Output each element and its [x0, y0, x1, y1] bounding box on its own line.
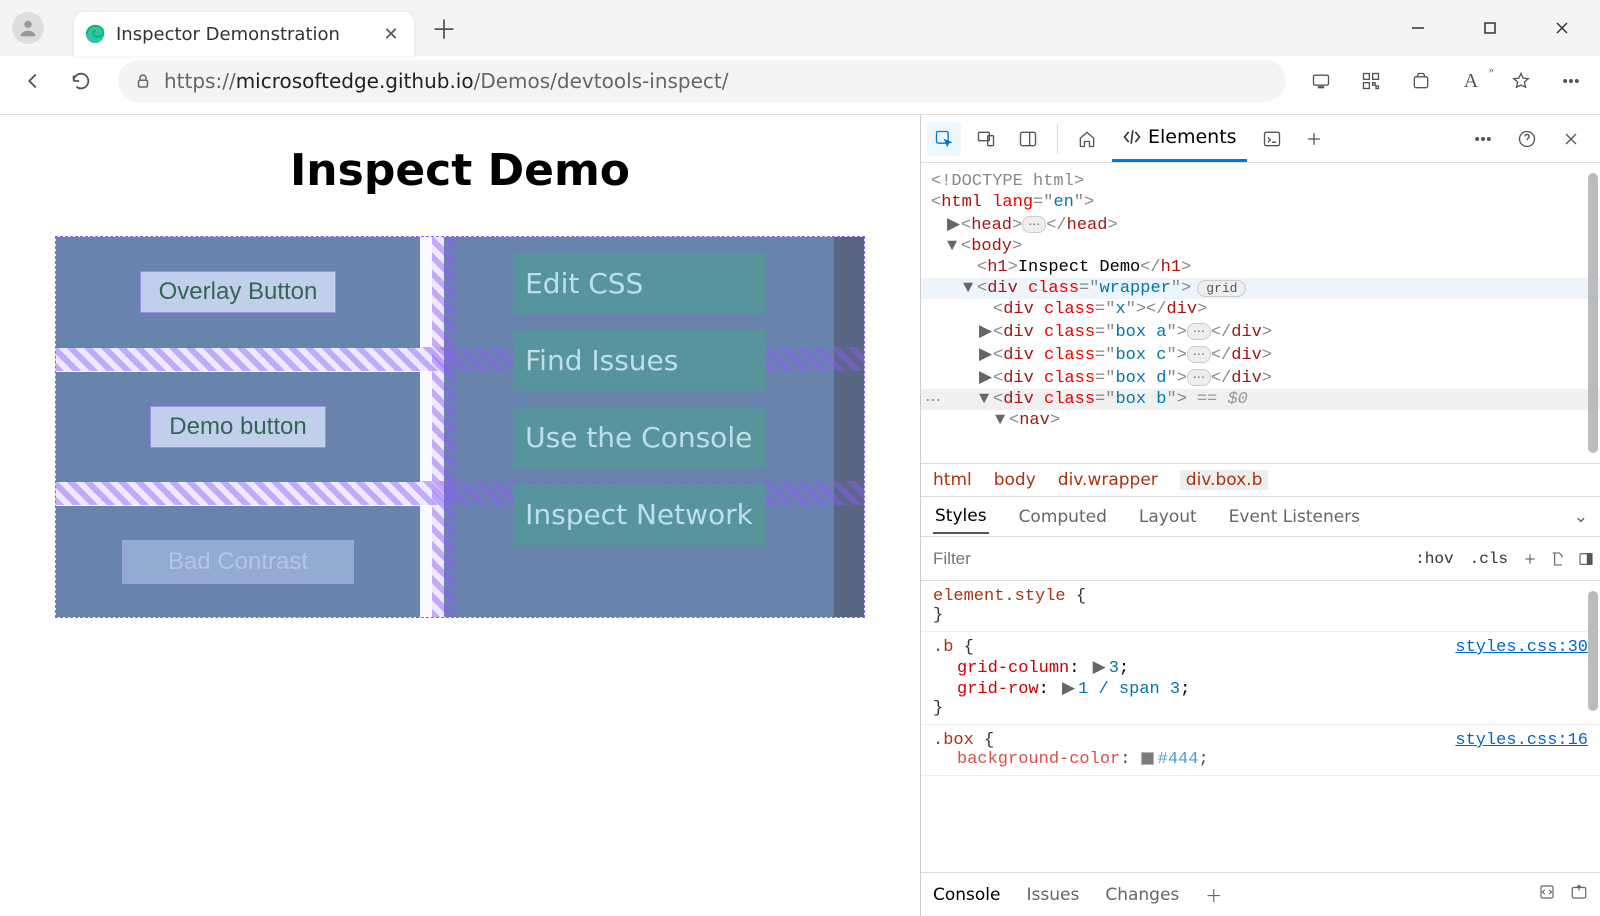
demo-grid: Overlay Button Demo button Bad Contrast … — [56, 237, 864, 617]
tab-title: Inspector Demonstration — [116, 24, 382, 45]
box-a: Overlay Button — [56, 237, 420, 348]
drawer-icon-1[interactable] — [1538, 883, 1556, 906]
style-rule-b[interactable]: styles.css:30 .b { grid-column: ▶3; grid… — [921, 632, 1600, 725]
cls-toggle[interactable]: .cls — [1462, 550, 1516, 568]
breadcrumb-item[interactable]: div.wrapper — [1058, 470, 1158, 490]
styles-filter-input[interactable] — [921, 549, 1407, 569]
new-tab-button[interactable]: ＋ — [424, 8, 464, 48]
drawer-issues-tab[interactable]: Issues — [1027, 885, 1080, 905]
screencast-icon[interactable] — [1306, 66, 1336, 96]
device-emulation-icon[interactable] — [969, 122, 1003, 156]
nav-link-find-issues[interactable]: Find Issues — [513, 330, 765, 391]
nav-link-edit-css[interactable]: Edit CSS — [513, 253, 765, 314]
scrollbar-thumb[interactable] — [1588, 173, 1598, 453]
overlay-button[interactable]: Overlay Button — [140, 271, 337, 313]
drawer-add-tab-icon[interactable]: ＋ — [1205, 882, 1222, 907]
close-devtools-icon[interactable] — [1554, 122, 1588, 156]
window-controls — [1402, 12, 1588, 44]
page-viewport: Inspect Demo Overlay Button Demo button … — [0, 115, 920, 916]
browser-chrome: Inspector Demonstration ✕ ＋ https://micr… — [0, 0, 1600, 115]
more-subtabs-icon[interactable]: ⌄ — [1574, 507, 1588, 527]
favorite-icon[interactable] — [1506, 66, 1536, 96]
breadcrumb-item[interactable]: div.box.b — [1180, 470, 1269, 490]
dom-breadcrumb: html body div.wrapper div.box.b — [921, 463, 1600, 497]
color-swatch-icon[interactable] — [1141, 752, 1154, 765]
console-tab-icon[interactable] — [1255, 122, 1289, 156]
read-aloud-icon[interactable]: A» — [1456, 66, 1486, 96]
style-rule-box[interactable]: styles.css:16 .box { background-color: #… — [921, 725, 1600, 776]
settings-more-icon[interactable] — [1556, 66, 1586, 96]
edge-favicon-icon — [84, 23, 106, 45]
breadcrumb-item[interactable]: body — [994, 470, 1036, 490]
devtools-panel: Elements <!DOCTYPE html> <html lang="en"… — [920, 115, 1600, 916]
box-d: Bad Contrast — [56, 506, 420, 617]
maximize-button[interactable] — [1474, 12, 1506, 44]
close-window-button[interactable] — [1546, 12, 1578, 44]
box-b: Edit CSS Find Issues Use the Console Ins… — [444, 237, 864, 617]
toolbar-right-icons: A» — [1306, 66, 1586, 96]
computed-tab[interactable]: Computed — [1017, 501, 1109, 533]
inspect-element-icon[interactable] — [927, 122, 961, 156]
new-style-rule-icon[interactable] — [1516, 545, 1544, 573]
dom-tree[interactable]: <!DOCTYPE html> <html lang="en"> ▶<head>… — [921, 163, 1600, 463]
grid-badge[interactable]: grid — [1197, 280, 1246, 297]
nav-link-network[interactable]: Inspect Network — [513, 484, 765, 545]
close-tab-icon[interactable]: ✕ — [382, 25, 400, 43]
refresh-button[interactable] — [62, 62, 100, 100]
hov-toggle[interactable]: :hov — [1407, 550, 1461, 568]
back-button[interactable] — [14, 62, 52, 100]
url-text: https://microsoftedge.github.io/Demos/de… — [164, 69, 729, 93]
site-info-lock-icon[interactable] — [134, 72, 152, 90]
grid-overlay-wrapper: Overlay Button Demo button Bad Contrast … — [55, 236, 865, 618]
qr-icon[interactable] — [1356, 66, 1386, 96]
nav-links: Edit CSS Find Issues Use the Console Ins… — [497, 237, 811, 617]
demo-button[interactable]: Demo button — [150, 406, 325, 448]
dock-side-icon[interactable] — [1011, 122, 1045, 156]
elements-tab[interactable]: Elements — [1112, 115, 1247, 162]
content-split: Inspect Demo Overlay Button Demo button … — [0, 115, 1600, 916]
help-icon[interactable] — [1510, 122, 1544, 156]
collections-icon[interactable] — [1406, 66, 1436, 96]
breadcrumb-item[interactable]: html — [933, 470, 972, 490]
devtools-drawer: Console Issues Changes ＋ — [921, 872, 1600, 916]
minimize-button[interactable] — [1402, 12, 1434, 44]
welcome-tab-icon[interactable] — [1070, 122, 1104, 156]
event-listeners-tab[interactable]: Event Listeners — [1227, 501, 1362, 533]
styles-subtabs: Styles Computed Layout Event Listeners ⌄ — [921, 497, 1600, 537]
bad-contrast-button[interactable]: Bad Contrast — [122, 540, 354, 584]
box-c: Demo button — [56, 372, 420, 483]
styles-tab[interactable]: Styles — [933, 500, 989, 534]
devtools-toolbar: Elements — [921, 115, 1600, 163]
computed-sidebar-icon[interactable] — [1572, 545, 1600, 573]
layout-tab[interactable]: Layout — [1137, 501, 1199, 533]
styles-rules[interactable]: element.style { } styles.css:30 .b { gri… — [921, 581, 1600, 872]
page-heading: Inspect Demo — [0, 145, 920, 196]
drawer-expand-icon[interactable] — [1570, 883, 1588, 906]
dom-actions-icon[interactable]: ⋯ — [925, 390, 941, 410]
titlebar: Inspector Demonstration ✕ ＋ — [0, 0, 1600, 56]
profile-avatar-icon[interactable] — [12, 12, 44, 44]
more-tools-icon[interactable] — [1466, 122, 1500, 156]
source-link[interactable]: styles.css:30 — [1455, 638, 1588, 657]
source-link[interactable]: styles.css:16 — [1455, 731, 1588, 750]
selected-dom-node[interactable]: ⋯▼<div class="box b">== $0 — [921, 389, 1600, 410]
nav-link-console[interactable]: Use the Console — [513, 407, 765, 468]
address-bar[interactable]: https://microsoftedge.github.io/Demos/de… — [118, 60, 1286, 102]
drawer-console-tab[interactable]: Console — [933, 885, 1001, 905]
browser-tab[interactable]: Inspector Demonstration ✕ — [74, 12, 414, 56]
toggle-common-render-icon[interactable] — [1544, 545, 1572, 573]
toolbar: https://microsoftedge.github.io/Demos/de… — [0, 56, 1600, 114]
drawer-changes-tab[interactable]: Changes — [1105, 885, 1179, 905]
add-tab-icon[interactable] — [1297, 122, 1331, 156]
style-rule-element[interactable]: element.style { } — [921, 581, 1600, 632]
styles-filter-row: :hov .cls — [921, 537, 1600, 581]
scrollbar-thumb[interactable] — [1588, 591, 1598, 711]
